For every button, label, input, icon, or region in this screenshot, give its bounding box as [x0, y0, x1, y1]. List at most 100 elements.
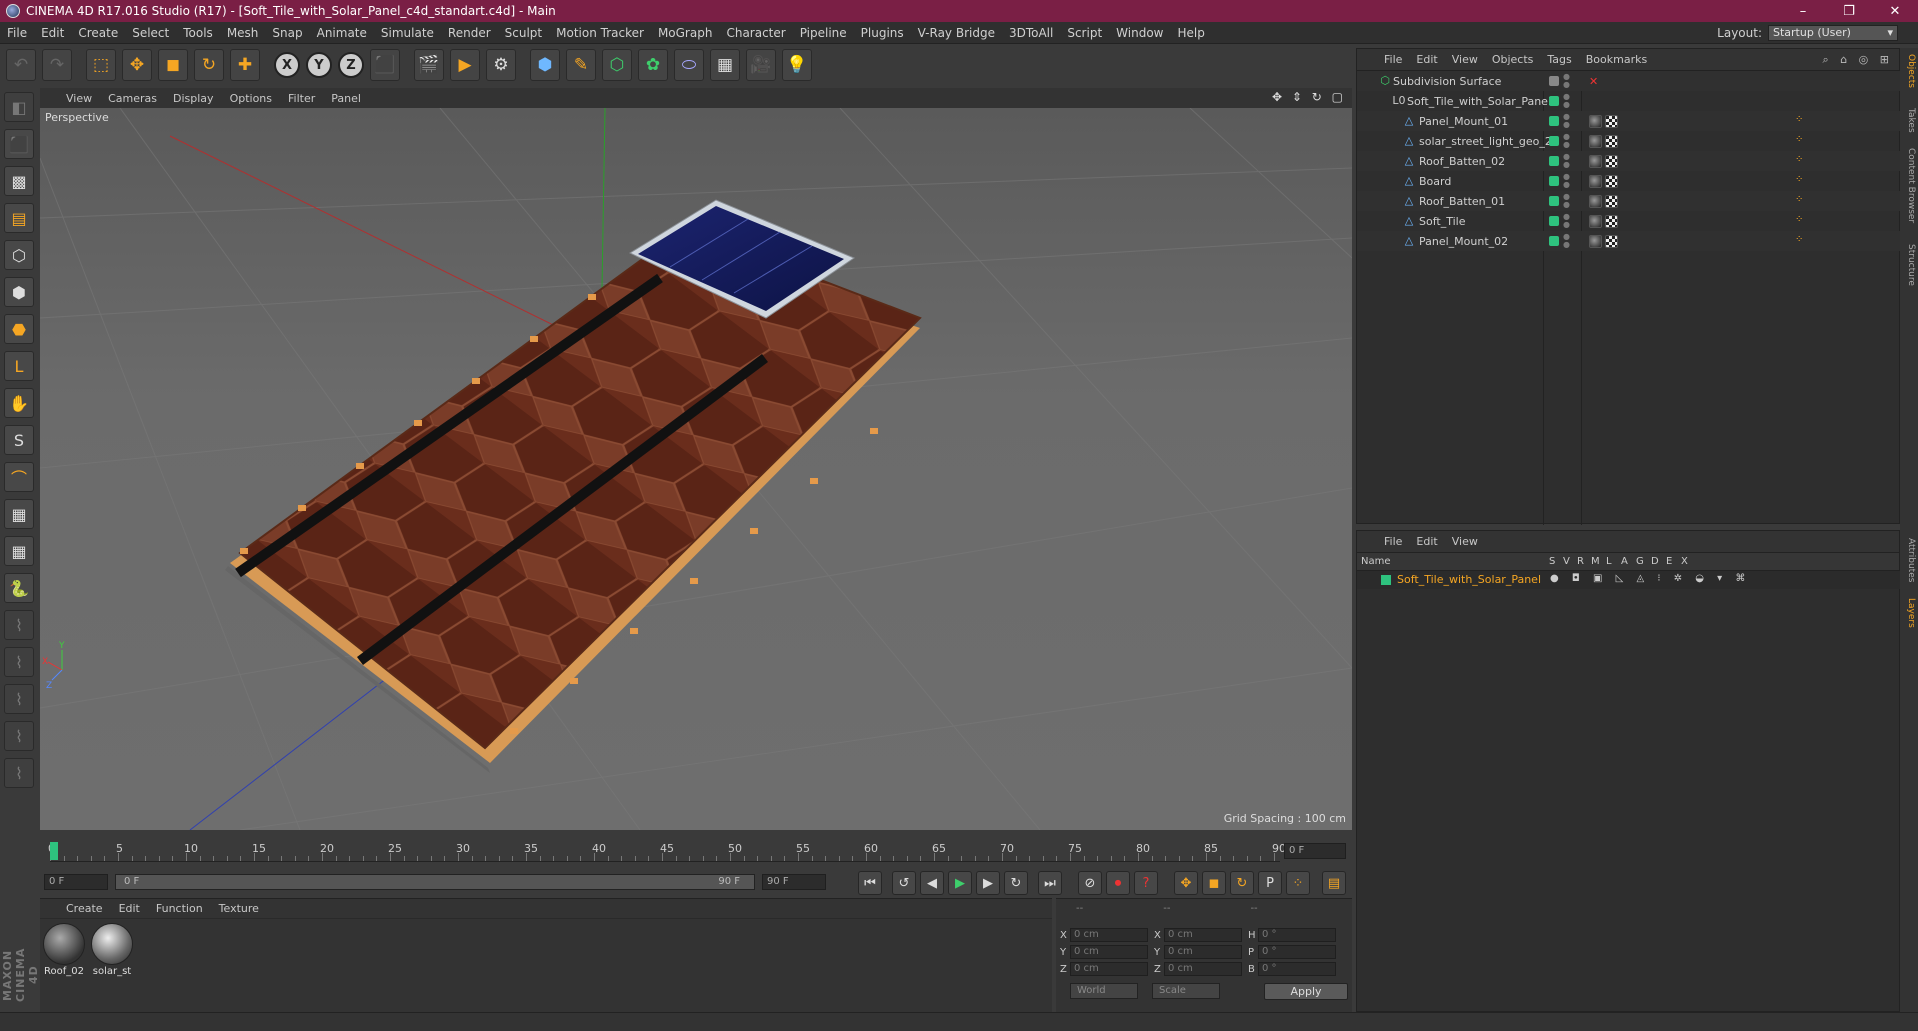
- selection-tag-icon[interactable]: ⁘: [1795, 114, 1809, 128]
- preview-range-slider[interactable]: 0 F 90 F: [115, 874, 755, 890]
- minimize-button[interactable]: –: [1780, 4, 1826, 19]
- manager-column-header[interactable]: M: [1591, 556, 1600, 567]
- workplane-lock-button[interactable]: ▦: [4, 499, 34, 529]
- viewport-menu-cameras[interactable]: Cameras: [100, 92, 165, 105]
- menu-vray-bridge[interactable]: V-Ray Bridge: [911, 26, 1002, 40]
- menu-sculpt[interactable]: Sculpt: [498, 26, 549, 40]
- view-column-header[interactable]: V: [1563, 556, 1570, 567]
- om-menu-tags[interactable]: Tags: [1540, 53, 1578, 66]
- visibility-toggle[interactable]: [1549, 96, 1559, 106]
- render-dots-icon[interactable]: ● ●: [1563, 133, 1570, 149]
- tab-takes[interactable]: Takes: [1902, 108, 1916, 133]
- next-frame-button[interactable]: ▶: [976, 871, 1000, 895]
- make-editable-button[interactable]: ◧: [4, 92, 34, 122]
- viewport-navigation-icons[interactable]: ✥ ⇕ ↻ ▢: [1272, 90, 1346, 104]
- texture-tag-icon[interactable]: [1605, 194, 1618, 208]
- visibility-toggle[interactable]: [1549, 236, 1559, 246]
- timeline-ruler[interactable]: 0 5 10 15 20 25 30 35 40 45 50 55 60 65 …: [40, 840, 1352, 866]
- menu-tools[interactable]: Tools: [176, 26, 220, 40]
- object-name[interactable]: Panel_Mount_01: [1419, 115, 1508, 128]
- z-axis-button[interactable]: Z: [338, 52, 364, 78]
- planar-workplane-button[interactable]: ▦: [4, 536, 34, 566]
- selection-tag-icon[interactable]: ⁘: [1795, 154, 1809, 168]
- rotate-tool-button[interactable]: ↻: [194, 49, 224, 81]
- visibility-toggle[interactable]: [1549, 156, 1559, 166]
- lm-menu-file[interactable]: File: [1377, 535, 1409, 548]
- size-z-field[interactable]: 0 cm: [1164, 962, 1242, 976]
- cube-object-button[interactable]: ⬢: [530, 49, 560, 81]
- menu-motion-tracker[interactable]: Motion Tracker: [549, 26, 651, 40]
- playhead-marker[interactable]: [50, 842, 58, 860]
- current-frame-field[interactable]: 0 F: [1284, 843, 1346, 859]
- selection-tag-icon[interactable]: ⁘: [1795, 174, 1809, 188]
- scale-tool-button[interactable]: ◼: [158, 49, 188, 81]
- selection-tag-icon[interactable]: ⁘: [1795, 134, 1809, 148]
- subdivision-surface-button[interactable]: ⬡: [602, 49, 632, 81]
- workplane-mode-button[interactable]: ▤: [4, 203, 34, 233]
- material-tag-icon[interactable]: [1589, 154, 1602, 168]
- object-name[interactable]: solar_street_light_geo_2: [1419, 135, 1552, 148]
- sculpt-brush-4-button[interactable]: ⌇: [4, 721, 34, 751]
- sculpt-brush-2-button[interactable]: ⌇: [4, 647, 34, 677]
- render-dots-icon[interactable]: ● ●: [1563, 93, 1570, 109]
- material-menu-create[interactable]: Create: [58, 902, 111, 915]
- texture-tag-icon[interactable]: [1605, 214, 1618, 228]
- viewport-menu-filter[interactable]: Filter: [280, 92, 323, 105]
- light-object-button[interactable]: 💡: [782, 49, 812, 81]
- material-swatch[interactable]: solar_st: [90, 923, 134, 977]
- sculpt-brush-3-button[interactable]: ⌇: [4, 684, 34, 714]
- render-dots-icon[interactable]: ● ●: [1563, 113, 1570, 129]
- object-row[interactable]: △ Panel_Mount_02 ● ● ⁘: [1357, 231, 1901, 251]
- menu-animate[interactable]: Animate: [310, 26, 374, 40]
- solo-button[interactable]: S: [4, 425, 34, 455]
- material-tag-icon[interactable]: [1589, 134, 1602, 148]
- next-key-button[interactable]: ↻: [1004, 871, 1028, 895]
- layer-toggle-icons[interactable]: ● ◘ ▣ ◺ ◬ ⁝ ✲ ◒ ▾ ⌘: [1550, 573, 1750, 584]
- object-row[interactable]: △ solar_street_light_geo_2 ● ● ⁘: [1357, 131, 1901, 151]
- sculpt-brush-1-button[interactable]: ⌇: [4, 610, 34, 640]
- render-dots-icon[interactable]: ● ●: [1563, 153, 1570, 169]
- material-menu-texture[interactable]: Texture: [211, 902, 267, 915]
- object-row[interactable]: △ Panel_Mount_01 ● ● ⁘: [1357, 111, 1901, 131]
- size-mode-select[interactable]: Scale: [1152, 983, 1220, 999]
- model-mode-button[interactable]: ⬛: [4, 129, 34, 159]
- pen-spline-button[interactable]: ✎: [566, 49, 596, 81]
- position-y-field[interactable]: 0 cm: [1070, 945, 1148, 959]
- menu-select[interactable]: Select: [125, 26, 176, 40]
- record-parameter-button[interactable]: P: [1258, 871, 1282, 895]
- record-pla-button[interactable]: ⁘: [1286, 871, 1310, 895]
- visibility-toggle[interactable]: [1549, 76, 1559, 86]
- visibility-toggle[interactable]: [1549, 176, 1559, 186]
- menu-create[interactable]: Create: [71, 26, 125, 40]
- om-menu-bookmarks[interactable]: Bookmarks: [1579, 53, 1654, 66]
- selection-tag-icon[interactable]: ⁘: [1795, 234, 1809, 248]
- menu-snap[interactable]: Snap: [265, 26, 309, 40]
- record-rotation-button[interactable]: ↻: [1230, 871, 1254, 895]
- 3d-viewport[interactable]: Y X Z Perspective Grid Spacing : 100 cm: [40, 108, 1352, 830]
- go-to-end-button[interactable]: ⏭: [1038, 871, 1062, 895]
- redo-button[interactable]: ↷: [42, 49, 72, 81]
- lm-menu-view[interactable]: View: [1445, 535, 1485, 548]
- tab-content-browser[interactable]: Content Browser: [1902, 148, 1916, 223]
- camera-object-button[interactable]: 🎥: [746, 49, 776, 81]
- edges-mode-button[interactable]: ⬢: [4, 277, 34, 307]
- sculpt-brush-5-button[interactable]: ⌇: [4, 758, 34, 788]
- keyframe-selection-button[interactable]: ?: [1134, 871, 1158, 895]
- previous-frame-button[interactable]: ◀: [920, 871, 944, 895]
- rotation-b-field[interactable]: 0 °: [1258, 962, 1336, 976]
- expressions-column-header[interactable]: E: [1666, 556, 1672, 567]
- object-name[interactable]: Roof_Batten_01: [1419, 195, 1505, 208]
- viewport-menu-view[interactable]: View: [58, 92, 100, 105]
- rotation-h-field[interactable]: 0 °: [1258, 928, 1336, 942]
- material-menu-function[interactable]: Function: [148, 902, 211, 915]
- menu-render[interactable]: Render: [441, 26, 498, 40]
- menu-window[interactable]: Window: [1109, 26, 1170, 40]
- om-menu-edit[interactable]: Edit: [1409, 53, 1444, 66]
- locked-column-header[interactable]: L: [1606, 556, 1612, 567]
- material-tag-icon[interactable]: [1589, 174, 1602, 188]
- material-tag-icon[interactable]: [1589, 214, 1602, 228]
- record-position-button[interactable]: ✥: [1174, 871, 1198, 895]
- texture-mode-button[interactable]: ▩: [4, 166, 34, 196]
- layout-select[interactable]: Startup (User): [1768, 24, 1898, 41]
- menu-mesh[interactable]: Mesh: [220, 26, 266, 40]
